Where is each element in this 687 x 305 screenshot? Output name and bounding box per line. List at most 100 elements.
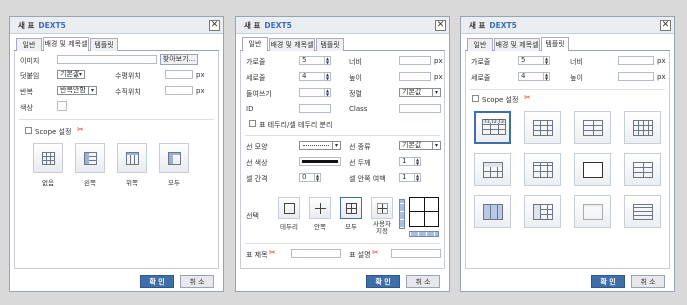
border-inner-caption: 안쪽 bbox=[314, 223, 326, 231]
spin-arrows-icon[interactable]: ▲ ▼ bbox=[324, 89, 330, 96]
tab-background[interactable]: 배경 및 제목셀 bbox=[43, 37, 89, 51]
linetype-select[interactable]: 기본값 ▾ bbox=[399, 141, 441, 150]
close-icon[interactable]: ✕ bbox=[660, 20, 671, 31]
id-input[interactable] bbox=[299, 104, 331, 113]
hpos-input[interactable] bbox=[165, 70, 193, 79]
border-picker-bottom[interactable] bbox=[409, 231, 439, 237]
image-path-input[interactable] bbox=[57, 55, 157, 64]
id-label: ID bbox=[246, 105, 254, 113]
color-swatch[interactable] bbox=[57, 101, 67, 111]
scope-all-button[interactable] bbox=[159, 143, 189, 173]
template-tile[interactable] bbox=[524, 111, 561, 144]
image-label: 이미지 bbox=[20, 57, 40, 65]
border-custom-button[interactable] bbox=[371, 197, 393, 219]
scope-left-button[interactable] bbox=[75, 143, 105, 173]
cols-stepper[interactable]: 5 ▲ ▼ bbox=[518, 56, 550, 65]
template-header-text: T1 T2 T3 bbox=[484, 120, 504, 125]
scope-top-button[interactable] bbox=[117, 143, 147, 173]
template-tile[interactable] bbox=[474, 195, 511, 228]
summary-label: 표 설명 bbox=[349, 251, 371, 259]
tab-background[interactable]: 배경 및 제목셀 bbox=[494, 38, 540, 51]
template-preview bbox=[533, 204, 553, 220]
scope-checkbox[interactable] bbox=[472, 95, 479, 102]
tab-template[interactable]: 템플릿 bbox=[90, 38, 118, 51]
cols-stepper[interactable]: 5 ▲ ▼ bbox=[299, 56, 331, 65]
class-input[interactable] bbox=[399, 104, 441, 113]
scope-none-button[interactable] bbox=[33, 143, 63, 173]
repeat-select[interactable]: 반복안함 ▾ bbox=[57, 86, 97, 95]
spin-arrows-icon[interactable]: ▲ ▼ bbox=[414, 174, 420, 181]
template-tile[interactable] bbox=[574, 153, 611, 186]
spacing-value: 0 bbox=[302, 173, 307, 181]
linewidth-stepper[interactable]: 1 ▲ ▼ bbox=[399, 157, 421, 166]
template-preview bbox=[533, 162, 553, 178]
caption-input[interactable] bbox=[291, 249, 341, 258]
cancel-button[interactable]: 취 소 bbox=[180, 275, 214, 288]
tab-background[interactable]: 배경 및 제목셀 bbox=[269, 38, 315, 51]
border-picker-left[interactable] bbox=[399, 199, 405, 229]
border-separate-checkbox[interactable] bbox=[249, 120, 256, 127]
spin-arrows-icon[interactable]: ▲ ▼ bbox=[314, 174, 320, 181]
summary-input[interactable] bbox=[391, 249, 441, 258]
attach-select[interactable]: 기본값 ▾ bbox=[57, 70, 85, 79]
template-tile[interactable] bbox=[624, 153, 661, 186]
spin-arrows-icon[interactable]: ▲ ▼ bbox=[543, 57, 549, 64]
class-label: Class bbox=[349, 105, 368, 113]
template-tile[interactable] bbox=[574, 111, 611, 144]
spacing-stepper[interactable]: 0 ▲ ▼ bbox=[299, 173, 321, 182]
template-tile[interactable] bbox=[524, 153, 561, 186]
width-input[interactable] bbox=[618, 56, 654, 65]
border-outer-caption: 테두리 bbox=[280, 223, 298, 231]
rows-stepper[interactable]: 4 ▲ ▼ bbox=[299, 72, 331, 81]
border-outer-button[interactable] bbox=[278, 197, 300, 219]
close-icon[interactable]: ✕ bbox=[209, 20, 220, 31]
indent-stepper[interactable]: ▲ ▼ bbox=[299, 88, 331, 97]
cancel-button[interactable]: 취 소 bbox=[406, 275, 440, 288]
rows-label: 세로줄 bbox=[246, 74, 266, 82]
ok-button[interactable]: 확 인 bbox=[366, 275, 400, 288]
spin-arrows-icon[interactable]: ▲ ▼ bbox=[543, 73, 549, 80]
template-tile[interactable] bbox=[574, 195, 611, 228]
tab-template[interactable]: 템플릿 bbox=[541, 37, 569, 51]
spin-arrows-icon[interactable]: ▲ ▼ bbox=[324, 57, 330, 64]
repeat-value: 반복안함 bbox=[60, 86, 86, 94]
template-preview bbox=[633, 162, 653, 178]
height-input[interactable] bbox=[618, 72, 654, 81]
height-unit: px bbox=[434, 73, 443, 81]
scope-checkbox[interactable] bbox=[25, 127, 32, 134]
linestyle-select[interactable]: ▾ bbox=[299, 141, 341, 150]
cols-label: 가로줄 bbox=[246, 58, 266, 66]
ok-button[interactable]: 확 인 bbox=[591, 275, 625, 288]
close-icon[interactable]: ✕ bbox=[435, 20, 446, 31]
template-tile[interactable] bbox=[524, 195, 561, 228]
tab-general[interactable]: 일반 bbox=[16, 38, 42, 51]
tab-general[interactable]: 일반 bbox=[467, 38, 493, 51]
vpos-input[interactable] bbox=[165, 86, 193, 95]
border-inner-button[interactable] bbox=[309, 197, 331, 219]
rows-value: 4 bbox=[521, 72, 526, 80]
linecolor-swatch[interactable] bbox=[299, 157, 341, 166]
cancel-button[interactable]: 취 소 bbox=[631, 275, 665, 288]
align-select[interactable]: 기본값 ▾ bbox=[399, 88, 441, 97]
height-label: 높이 bbox=[349, 74, 362, 82]
tab-template[interactable]: 템플릿 bbox=[316, 38, 344, 51]
chevron-down-icon: ▾ bbox=[332, 142, 340, 149]
template-tile[interactable] bbox=[624, 195, 661, 228]
padding-stepper[interactable]: 1 ▲ ▼ bbox=[399, 173, 421, 182]
browse-button[interactable]: 찾아보기... bbox=[160, 54, 198, 65]
spin-arrows-icon[interactable]: ▲ ▼ bbox=[324, 73, 330, 80]
tab-general[interactable]: 일반 bbox=[242, 37, 268, 51]
height-input[interactable] bbox=[399, 72, 431, 81]
template-tile[interactable]: T1 T2 T3 bbox=[474, 111, 511, 144]
cols-value: 5 bbox=[521, 56, 526, 64]
brand-label: DEXT5 bbox=[489, 21, 517, 30]
height-unit: px bbox=[657, 73, 666, 81]
rows-stepper[interactable]: 4 ▲ ▼ bbox=[518, 72, 550, 81]
ok-button[interactable]: 확 인 bbox=[140, 275, 174, 288]
spin-arrows-icon[interactable]: ▲ ▼ bbox=[414, 158, 420, 165]
chevron-down-icon: ▾ bbox=[88, 87, 96, 94]
template-tile[interactable] bbox=[474, 153, 511, 186]
width-input[interactable] bbox=[399, 56, 431, 65]
template-tile[interactable] bbox=[624, 111, 661, 144]
border-all-button[interactable] bbox=[340, 197, 362, 219]
